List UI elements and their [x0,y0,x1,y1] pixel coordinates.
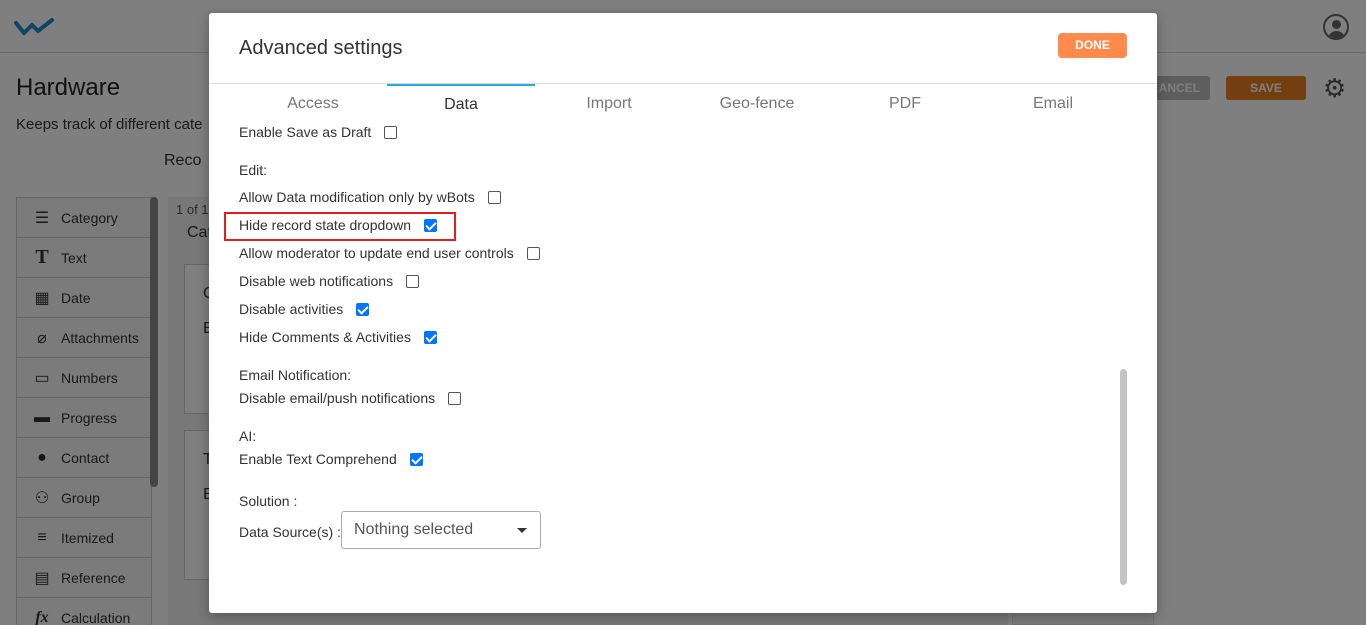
ai-heading: AI: [239,428,257,444]
data-source-value: Nothing selected [354,521,474,538]
setting-row: Enable Text Comprehend [239,451,423,467]
edit-heading: Edit: [239,162,268,178]
tab-geo-fence[interactable]: Geo-fence [683,84,831,116]
setting-row: Hide Comments & Activities [239,329,437,345]
save-as-draft-checkbox[interactable] [384,125,398,139]
setting-label: Allow Data modification only by wBots [239,189,475,205]
settings-tabs: Access Data Import Geo-fence PDF Email [239,84,1127,116]
disable-activities-checkbox[interactable] [356,302,370,316]
modal-header: Advanced settings DONE [209,13,1157,84]
modal-scrollbar[interactable] [1120,369,1127,585]
data-source-select[interactable]: Nothing selected [341,511,541,549]
setting-label: Disable activities [239,301,344,317]
setting-row: Disable activities [239,301,370,317]
done-button[interactable]: DONE [1058,33,1127,58]
setting-row: Disable email/push notifications [239,390,462,406]
setting-label: Disable web notifications [239,273,394,289]
setting-label: Disable email/push notifications [239,390,436,406]
setting-row: Enable Save as Draft [239,124,398,140]
setting-label: Hide Comments & Activities [239,329,411,345]
tab-data[interactable]: Data [387,84,535,116]
setting-row: Disable web notifications [239,273,420,289]
moderator-update-checkbox[interactable] [526,246,540,260]
setting-label: Allow moderator to update end user contr… [239,245,514,261]
text-comprehend-checkbox[interactable] [409,452,423,466]
hide-comments-checkbox[interactable] [423,330,437,344]
setting-label: Enable Text Comprehend [239,451,397,467]
solution-heading: Solution : [239,493,298,509]
modal-title: Advanced settings [239,37,403,59]
tab-email[interactable]: Email [979,84,1127,116]
caret-down-icon [517,528,527,533]
setting-row: Allow Data modification only by wBots [239,189,501,205]
advanced-settings-modal: Advanced settings DONE Access Data Impor… [209,13,1157,613]
tab-access[interactable]: Access [239,84,387,116]
web-notifications-checkbox[interactable] [406,274,420,288]
email-push-checkbox[interactable] [448,391,462,405]
tab-import[interactable]: Import [535,84,683,116]
tab-pdf[interactable]: PDF [831,84,979,116]
setting-row: Allow moderator to update end user contr… [239,245,540,261]
email-heading: Email Notification: [239,367,352,383]
setting-row: Hide record state dropdown [239,217,437,233]
wbots-modification-checkbox[interactable] [487,190,501,204]
setting-label: Enable Save as Draft [239,124,372,140]
hide-record-state-checkbox[interactable] [424,218,437,232]
setting-label: Hide record state dropdown [239,217,411,233]
data-source-label: Data Source(s) : [239,524,341,540]
